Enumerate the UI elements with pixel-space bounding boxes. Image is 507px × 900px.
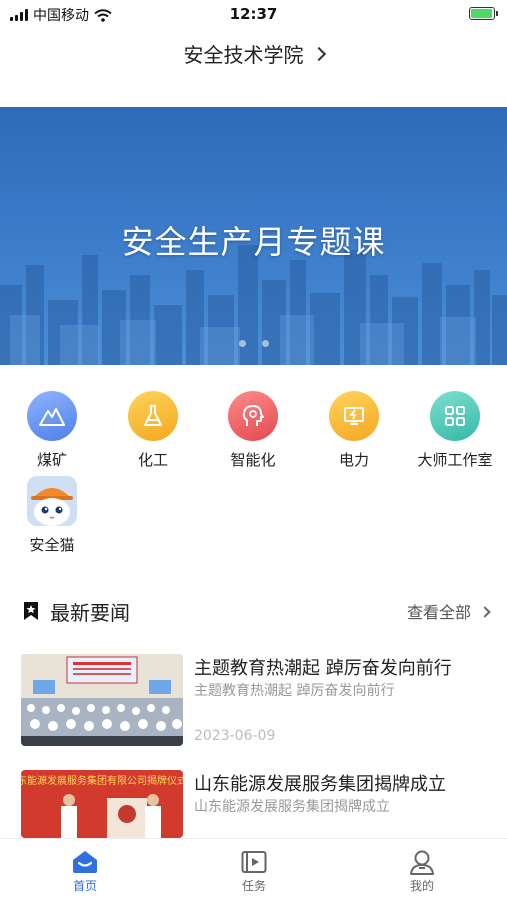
banner-carousel[interactable]: 安全生产月专题课 <box>0 107 507 365</box>
flask-icon <box>128 391 178 441</box>
category-master-studio[interactable]: 大师工作室 <box>405 391 505 470</box>
status-bar: 中国移动 12:37 <box>0 0 507 28</box>
category-label: 大师工作室 <box>417 451 493 469</box>
tab-task[interactable]: 任务 <box>214 847 294 894</box>
see-all-link[interactable]: 查看全部 <box>406 599 491 623</box>
tab-home[interactable]: 首页 <box>45 847 125 894</box>
carousel-dot[interactable] <box>261 340 269 347</box>
category-label: 电力 <box>338 451 369 469</box>
status-time: 12:37 <box>229 5 278 23</box>
category-chemical[interactable]: 化工 <box>103 391 203 470</box>
brain-icon <box>228 391 278 441</box>
mountain-icon <box>27 391 77 441</box>
news-title: 山东能源发展服务集团揭牌成立 <box>194 774 446 795</box>
category-coal-mine[interactable]: 煤矿 <box>2 391 102 470</box>
tab-label: 我的 <box>409 879 434 893</box>
banner-title: 安全生产月专题课 <box>121 223 386 261</box>
news-section-title: 最新要闻 <box>50 600 130 625</box>
battery-icon <box>469 7 498 20</box>
news-item[interactable]: 主题教育热潮起 踔厉奋发向前行 主题教育热潮起 踔厉奋发向前行 2023-06-… <box>21 654 491 746</box>
tab-profile[interactable]: 我的 <box>382 847 462 894</box>
bookmark-icon <box>24 602 38 620</box>
news-subtitle: 主题教育热潮起 踔厉奋发向前行 <box>194 683 395 699</box>
carousel-indicator <box>0 340 507 347</box>
news-title: 主题教育热潮起 踔厉奋发向前行 <box>194 658 452 679</box>
category-label: 化工 <box>137 451 168 469</box>
page-title: 安全技术学院 <box>183 42 304 67</box>
thumbnail-caption: 东能源发展服务集团有限公司揭牌仪式 <box>21 774 183 787</box>
news-thumbnail: 东能源发展服务集团有限公司揭牌仪式 <box>21 770 183 838</box>
tab-label: 首页 <box>72 879 97 893</box>
news-thumbnail <box>21 654 183 746</box>
carousel-dot[interactable] <box>238 340 246 347</box>
category-safety-cat[interactable]: 安全猫 <box>2 476 102 555</box>
home-icon <box>73 851 97 873</box>
category-power[interactable]: 电力 <box>304 391 404 470</box>
category-label: 智能化 <box>230 451 276 469</box>
cat-mascot-icon <box>27 476 77 526</box>
chevron-right-icon <box>311 46 326 61</box>
tab-label: 任务 <box>241 879 266 893</box>
grid-icon <box>430 391 480 441</box>
news-date: 2023-06-09 <box>194 728 276 744</box>
category-label: 安全猫 <box>29 536 75 554</box>
profile-icon <box>410 850 434 875</box>
news-subtitle: 山东能源发展服务集团揭牌成立 <box>194 799 390 815</box>
category-label: 煤矿 <box>36 451 67 469</box>
news-section-header: 最新要闻 查看全部 <box>22 596 491 626</box>
news-item[interactable]: 东能源发展服务集团有限公司揭牌仪式 山东能源发展服务集团揭牌成立 山东能源发展服… <box>21 770 491 838</box>
category-intelligent[interactable]: 智能化 <box>203 391 303 470</box>
lightning-icon <box>329 391 379 441</box>
chevron-right-icon <box>479 605 491 618</box>
see-all-label: 查看全部 <box>406 603 471 622</box>
header-title-button[interactable]: 安全技术学院 <box>0 28 507 78</box>
bottom-tab-bar: 首页 任务 我的 <box>0 838 507 900</box>
video-task-icon <box>241 851 267 873</box>
